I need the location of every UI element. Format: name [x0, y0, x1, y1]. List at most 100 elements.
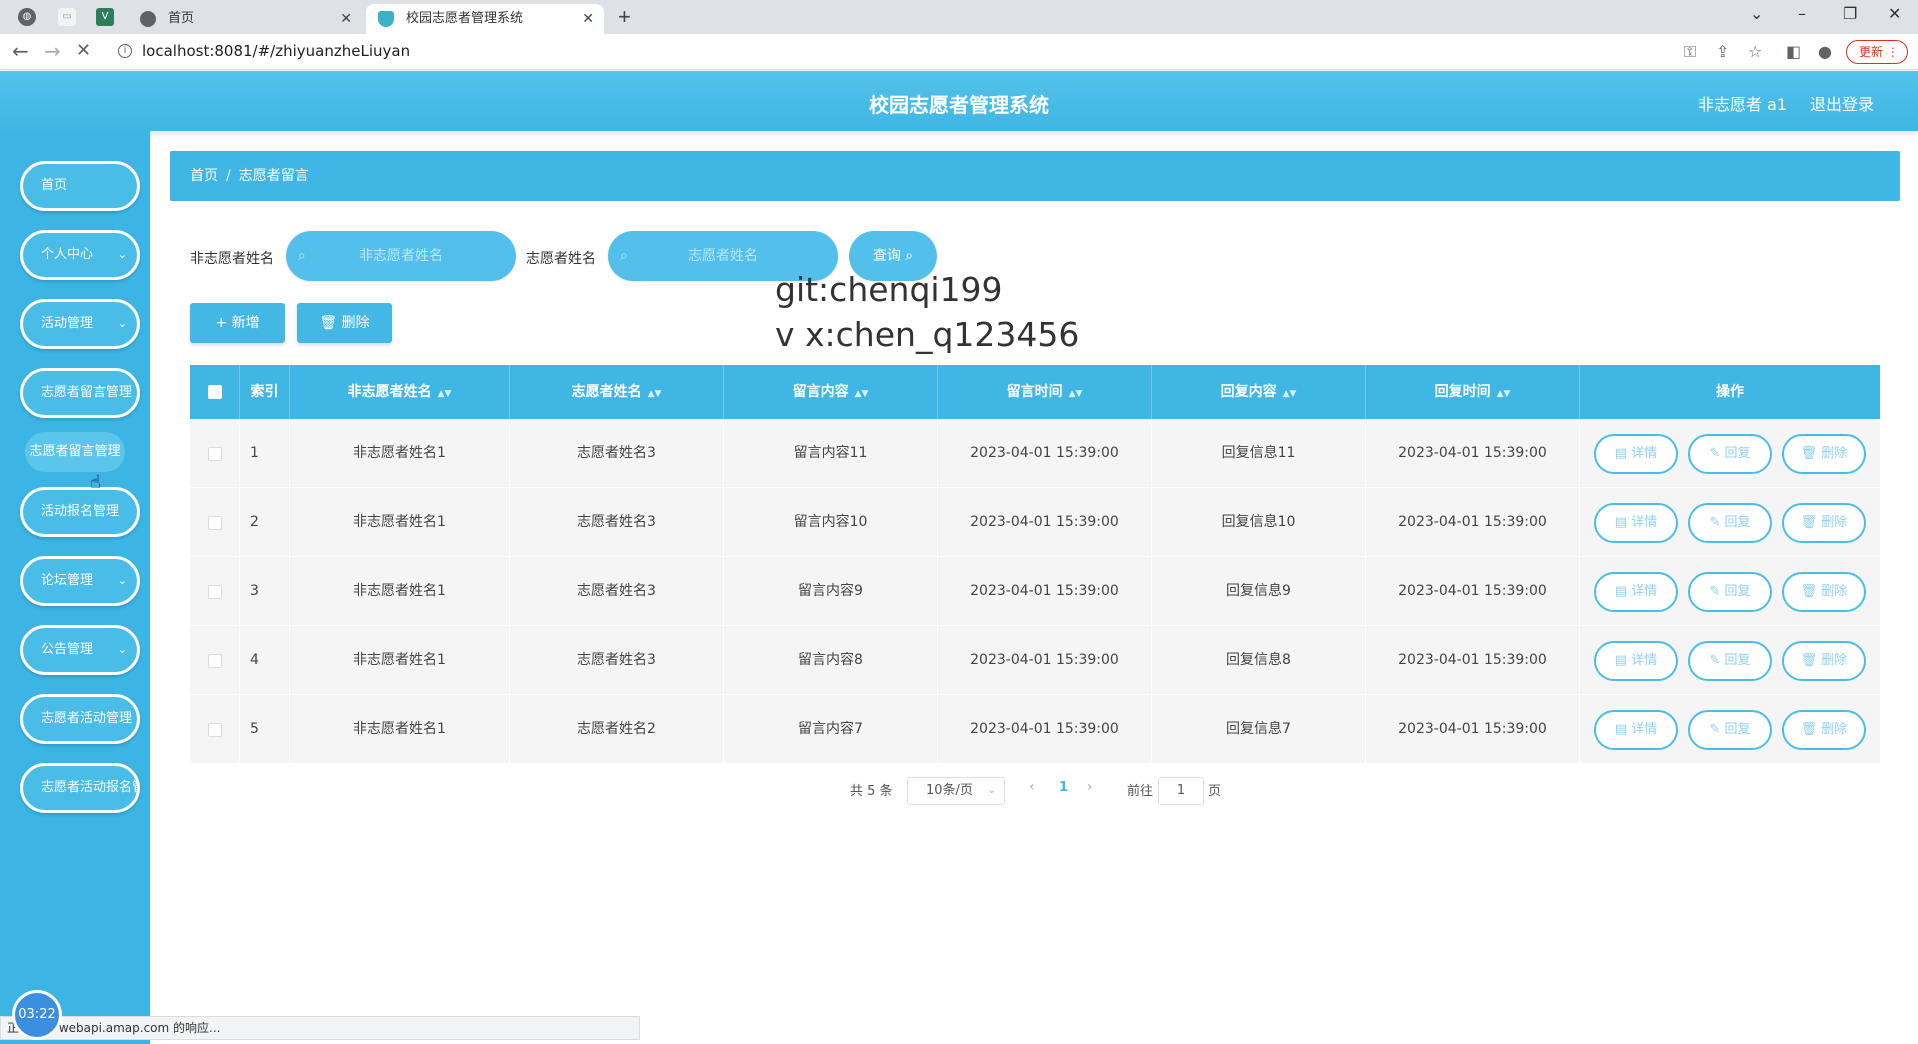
header-time[interactable]: 留言时间 ▲▼	[938, 365, 1152, 419]
row-select-cell	[190, 557, 240, 626]
sidebar-item-volunteer-activity[interactable]: 志愿者活动管理	[20, 694, 140, 744]
sidebar-item-label: 个人中心	[41, 247, 94, 262]
globe-icon[interactable]: ◍	[18, 8, 36, 26]
prev-page-icon[interactable]: ‹	[1029, 779, 1035, 795]
row-delete-button[interactable]: 🗑 删除	[1782, 434, 1866, 474]
cell-time: 2023-04-01 15:39:00	[938, 557, 1152, 626]
info-icon[interactable]: i	[118, 44, 132, 58]
share-icon[interactable]: ⇪	[1716, 42, 1729, 61]
reload-stop-icon[interactable]: ✕	[76, 40, 91, 62]
minimize-icon[interactable]: –	[1798, 4, 1806, 23]
detail-button[interactable]: ▤ 详情	[1594, 434, 1678, 474]
reply-button[interactable]: ✎ 回复	[1688, 434, 1772, 474]
breadcrumb-home[interactable]: 首页	[190, 168, 218, 184]
row-checkbox[interactable]	[208, 654, 222, 668]
sidebar-item-message[interactable]: 志愿者留言管理	[20, 368, 140, 418]
search-label-volunteer: 志愿者姓名	[526, 251, 596, 267]
goto-label: 前往	[1127, 784, 1154, 799]
sidebar-item-forum[interactable]: 论坛管理 ⌄	[20, 556, 140, 606]
profile-icon[interactable]: ●	[1818, 42, 1832, 61]
select-all-checkbox[interactable]	[208, 385, 222, 399]
cell-reply: 回复信息9	[1152, 557, 1366, 626]
sidebar-item-signup[interactable]: 活动报名管理	[20, 487, 140, 537]
row-delete-button[interactable]: 🗑 删除	[1782, 503, 1866, 543]
sidebar-item-volunteer-signup[interactable]: 志愿者活动报名管理	[20, 763, 140, 813]
add-button[interactable]: + 新增	[190, 303, 285, 343]
vue-icon[interactable]: V	[96, 8, 114, 26]
cell-volunteer: 志愿者姓名2	[510, 695, 724, 764]
detail-button[interactable]: ▤ 详情	[1594, 572, 1678, 612]
key-icon[interactable]: ⚿	[1684, 42, 1696, 62]
sort-icon[interactable]: ▲▼	[648, 389, 662, 399]
sort-icon[interactable]: ▲▼	[438, 389, 452, 399]
back-icon[interactable]: ←	[12, 40, 29, 62]
row-select-cell	[190, 695, 240, 764]
reply-button[interactable]: ✎ 回复	[1688, 503, 1772, 543]
row-delete-button[interactable]: 🗑 删除	[1782, 710, 1866, 750]
search-input-non-volunteer[interactable]	[286, 231, 516, 281]
blank-tab-icon[interactable]: ▭	[58, 8, 76, 26]
next-page-icon[interactable]: ›	[1087, 779, 1093, 795]
cell-non-volunteer: 非志愿者姓名1	[290, 488, 510, 557]
url-field[interactable]: i localhost:8081/#/zhiyuanzheLiuyan	[110, 38, 1700, 66]
detail-button[interactable]: ▤ 详情	[1594, 641, 1678, 681]
update-button[interactable]: 更新 ⋮	[1846, 40, 1908, 64]
reply-button[interactable]: ✎ 回复	[1688, 710, 1772, 750]
row-delete-button[interactable]: 🗑 删除	[1782, 572, 1866, 612]
sort-icon[interactable]: ▲▼	[1497, 389, 1511, 399]
sidebar-subitem-message[interactable]: 志愿者留言管理	[25, 432, 125, 472]
table-row: 5 非志愿者姓名1 志愿者姓名2 留言内容7 2023-04-01 15:39:00 回复…	[190, 695, 1880, 764]
current-page[interactable]: 1	[1059, 780, 1068, 795]
reply-button[interactable]: ✎ 回复	[1688, 572, 1772, 612]
sidebar-item-home[interactable]: 首页	[20, 161, 140, 211]
tab-label: 首页	[168, 11, 195, 26]
header-select-all[interactable]	[190, 365, 240, 419]
browser-tab-active[interactable]: 校园志愿者管理系统 ✕	[366, 4, 604, 34]
detail-button[interactable]: ▤ 详情	[1594, 503, 1678, 543]
forward-icon[interactable]: →	[44, 40, 61, 62]
restore-icon[interactable]: ❐	[1843, 4, 1857, 23]
browser-tab-home[interactable]: 首页 ✕	[128, 4, 362, 34]
sidebar-item-label: 首页	[41, 178, 68, 193]
browser-status-bar: 正在等待 webapi.amap.com 的响应...	[0, 1016, 640, 1040]
window-close-icon[interactable]: ✕	[1888, 4, 1901, 23]
cell-time: 2023-04-01 15:39:00	[938, 695, 1152, 764]
sidebar-item-notice[interactable]: 公告管理 ⌄	[20, 625, 140, 675]
page-size-select[interactable]: 10条/页 ⌄	[907, 777, 1005, 805]
side-panel-icon[interactable]: ◧	[1786, 42, 1801, 61]
header-reply[interactable]: 回复内容 ▲▼	[1152, 365, 1366, 419]
cell-reply: 回复信息10	[1152, 488, 1366, 557]
goto-page-input[interactable]: 1	[1158, 777, 1204, 805]
close-icon[interactable]: ✕	[340, 4, 352, 34]
sidebar-item-label: 论坛管理	[41, 573, 94, 588]
reply-button[interactable]: ✎ 回复	[1688, 641, 1772, 681]
sidebar-item-label: 志愿者留言管理	[41, 385, 133, 400]
row-checkbox[interactable]	[208, 723, 222, 737]
logout-link[interactable]: 退出登录	[1810, 91, 1874, 115]
sidebar-item-profile[interactable]: 个人中心 ⌄	[20, 230, 140, 280]
sort-icon[interactable]: ▲▼	[1069, 389, 1083, 399]
header-non-volunteer[interactable]: 非志愿者姓名 ▲▼	[290, 365, 510, 419]
sort-icon[interactable]: ▲▼	[1283, 389, 1297, 399]
browser-tabstrip: ◍ ▭ V 首页 ✕ 校园志愿者管理系统 ✕ + ⌄ – ❐ ✕	[0, 0, 1918, 34]
detail-button[interactable]: ▤ 详情	[1594, 710, 1678, 750]
cell-ops: ▤ 详情 ✎ 回复 🗑 删除	[1580, 557, 1880, 626]
row-checkbox[interactable]	[208, 516, 222, 530]
header-reply-time[interactable]: 回复时间 ▲▼	[1366, 365, 1580, 419]
row-checkbox[interactable]	[208, 585, 222, 599]
close-icon[interactable]: ✕	[582, 4, 594, 34]
row-checkbox[interactable]	[208, 447, 222, 461]
chevron-down-icon: ⌄	[117, 574, 127, 587]
cell-volunteer: 志愿者姓名3	[510, 488, 724, 557]
cell-reply-time: 2023-04-01 15:39:00	[1366, 557, 1580, 626]
delete-button[interactable]: 🗑 删除	[297, 303, 392, 343]
sort-icon[interactable]: ▲▼	[855, 389, 869, 399]
star-icon[interactable]: ☆	[1748, 42, 1762, 61]
header-volunteer[interactable]: 志愿者姓名 ▲▼	[510, 365, 724, 419]
cell-volunteer: 志愿者姓名3	[510, 419, 724, 488]
tab-search-chevron-icon[interactable]: ⌄	[1750, 4, 1763, 23]
header-content[interactable]: 留言内容 ▲▼	[724, 365, 938, 419]
new-tab-button[interactable]: +	[618, 2, 631, 32]
row-delete-button[interactable]: 🗑 删除	[1782, 641, 1866, 681]
sidebar-item-activity[interactable]: 活动管理 ⌄	[20, 299, 140, 349]
